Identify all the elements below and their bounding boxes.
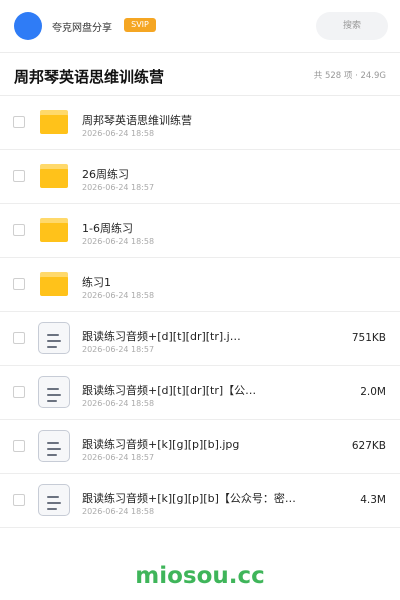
select-checkbox[interactable] [13, 278, 25, 290]
page-title: 周邦琴英语思维训练营 [14, 68, 165, 86]
folder-header: 周邦琴英语思维训练营 共 528 项 · 24.9G [0, 53, 400, 96]
list-item[interactable]: 练习1 2026-06-24 18:58 [0, 258, 400, 312]
search-button[interactable]: 搜索 [316, 12, 388, 40]
item-name: 跟读练习音频+[d][t][dr][tr]【公… [82, 384, 257, 397]
list-item[interactable]: 跟读练习音频+[k][g][p][b]【公众号：密… 2026-06-24 18… [0, 474, 400, 528]
select-checkbox[interactable] [13, 332, 25, 344]
folder-icon [40, 218, 68, 242]
item-date: 2026-06-24 18:58 [82, 507, 155, 516]
item-size: 751KB [351, 332, 386, 344]
svip-badge: SVIP [124, 18, 156, 32]
site-watermark: miosou.cc [135, 563, 265, 589]
item-name: 跟读练习音频+[k][g][p][b].jpg [82, 438, 240, 451]
document-icon [38, 430, 70, 462]
item-size: 627KB [351, 440, 386, 452]
item-name: 26周练习 [82, 168, 129, 181]
item-date: 2026-06-24 18:57 [82, 453, 155, 462]
item-date: 2026-06-24 18:58 [82, 399, 155, 408]
document-icon [38, 376, 70, 408]
folder-icon [40, 164, 68, 188]
select-checkbox[interactable] [13, 494, 25, 506]
item-count-summary: 共 528 项 · 24.9G [313, 71, 386, 81]
folder-icon [40, 272, 68, 296]
file-list: 周邦琴英语思维训练营 2026-06-24 18:58 26周练习 2026-0… [0, 96, 400, 528]
item-date: 2026-06-24 18:58 [82, 291, 155, 300]
item-name: 跟读练习音频+[d][t][dr][tr].j… [82, 330, 241, 343]
top-bar: 夸克网盘分享 SVIP 搜索 [0, 0, 400, 53]
item-name: 跟读练习音频+[k][g][p][b]【公众号：密… [82, 492, 296, 505]
document-icon [38, 484, 70, 516]
list-item[interactable]: 跟读练习音频+[d][t][dr][tr]【公… 2026-06-24 18:5… [0, 366, 400, 420]
item-date: 2026-06-24 18:58 [82, 237, 155, 246]
share-source-label: 夸克网盘分享 [52, 23, 112, 34]
item-name: 练习1 [82, 276, 111, 289]
list-item[interactable]: 跟读练习音频+[k][g][p][b].jpg 2026-06-24 18:57… [0, 420, 400, 474]
list-item[interactable]: 跟读练习音频+[d][t][dr][tr].j… 2026-06-24 18:5… [0, 312, 400, 366]
select-checkbox[interactable] [13, 224, 25, 236]
avatar[interactable] [14, 12, 42, 40]
list-item[interactable]: 周邦琴英语思维训练营 2026-06-24 18:58 [0, 96, 400, 150]
select-checkbox[interactable] [13, 386, 25, 398]
item-date: 2026-06-24 18:57 [82, 183, 155, 192]
folder-icon [40, 110, 68, 134]
select-checkbox[interactable] [13, 116, 25, 128]
list-item[interactable]: 26周练习 2026-06-24 18:57 [0, 150, 400, 204]
item-date: 2026-06-24 18:58 [82, 129, 155, 138]
list-item[interactable]: 1-6周练习 2026-06-24 18:58 [0, 204, 400, 258]
item-size: 4.3M [360, 494, 386, 506]
item-size: 2.0M [360, 386, 386, 398]
select-checkbox[interactable] [13, 440, 25, 452]
document-icon [38, 322, 70, 354]
item-name: 1-6周练习 [82, 222, 133, 235]
select-checkbox[interactable] [13, 170, 25, 182]
item-date: 2026-06-24 18:57 [82, 345, 155, 354]
item-name: 周邦琴英语思维训练营 [82, 114, 192, 127]
